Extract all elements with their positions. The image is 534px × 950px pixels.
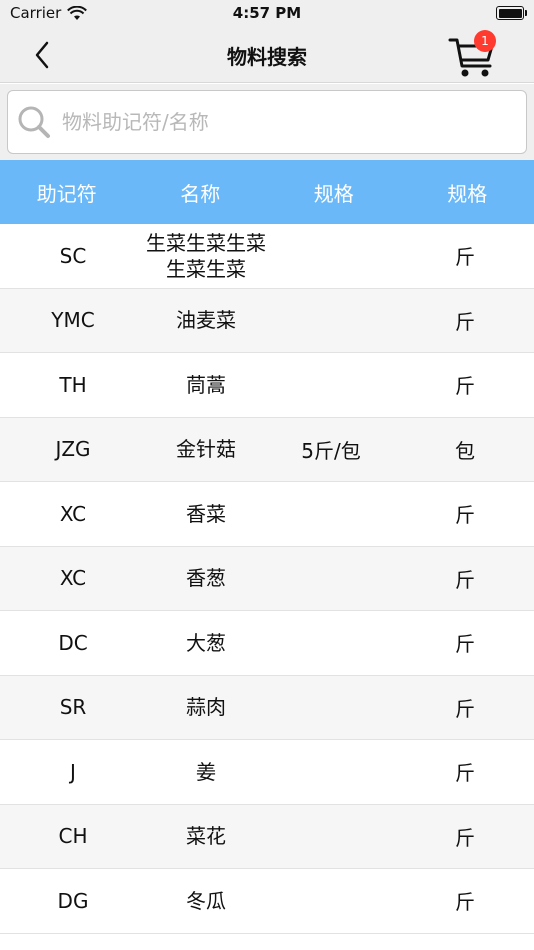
table-row[interactable]: XC 香菜 斤 — [0, 482, 534, 547]
cell-unit: 斤 — [455, 309, 475, 334]
cell-code: SR — [59, 695, 87, 720]
cell-name: 油麦菜 — [176, 308, 236, 333]
table-row[interactable]: YMC 油麦菜 斤 — [0, 288, 534, 353]
cell-unit: 斤 — [455, 567, 475, 592]
cell-unit: 斤 — [455, 245, 475, 270]
cell-unit: 包 — [455, 438, 475, 463]
cell-name: 蒜肉 — [186, 695, 226, 720]
cell-name: 香葱 — [186, 566, 226, 591]
cell-code: TH — [59, 372, 87, 397]
cart-badge: 1 — [474, 30, 496, 52]
cell-unit: 斤 — [455, 761, 475, 786]
cell-unit: 斤 — [455, 696, 475, 721]
cell-unit: 斤 — [455, 890, 475, 915]
search-input[interactable] — [60, 109, 500, 135]
cell-name: 生菜生菜生菜生菜生菜 — [146, 230, 266, 281]
cell-code: XC — [59, 566, 87, 591]
table-row[interactable]: XC 香葱 斤 — [0, 546, 534, 611]
header-unit: 规格 — [447, 181, 488, 206]
cell-name: 香菜 — [186, 501, 226, 526]
cell-code: SC — [59, 243, 87, 268]
cell-name: 茼蒿 — [186, 372, 226, 397]
cell-spec: 5斤/包 — [301, 438, 361, 463]
cell-code: JZG — [55, 437, 91, 462]
table-body: SC 生菜生菜生菜生菜生菜 斤 YMC 油麦菜 斤 TH 茼蒿 斤 JZG 金针… — [0, 224, 534, 934]
cell-unit: 斤 — [455, 374, 475, 399]
cell-name: 大葱 — [186, 630, 226, 655]
search-icon — [18, 106, 50, 138]
table-row[interactable]: SR 蒜肉 斤 — [0, 675, 534, 740]
table-row[interactable]: SC 生菜生菜生菜生菜生菜 斤 — [0, 224, 534, 289]
cell-code: J — [70, 759, 76, 784]
battery-icon — [496, 6, 527, 20]
header-code: 助记符 — [36, 181, 97, 206]
cell-name: 姜 — [196, 759, 216, 784]
cell-unit: 斤 — [455, 632, 475, 657]
table-row[interactable]: J 姜 斤 — [0, 740, 534, 805]
cell-unit: 斤 — [455, 503, 475, 528]
search-bar — [0, 84, 534, 160]
cell-code: DG — [57, 888, 89, 913]
table-row[interactable]: TH 茼蒿 斤 — [0, 353, 534, 418]
search-box[interactable] — [7, 90, 527, 154]
header-spec: 规格 — [313, 181, 354, 206]
cart-button[interactable]: 1 — [448, 30, 498, 78]
cell-code: DC — [58, 630, 88, 655]
nav-bar: 物料搜索 1 — [0, 28, 534, 83]
cell-code: XC — [59, 501, 87, 526]
cell-name: 冬瓜 — [186, 888, 226, 913]
cell-code: YMC — [51, 308, 95, 333]
table-row[interactable]: DC 大葱 斤 — [0, 611, 534, 676]
table-row[interactable]: DG 冬瓜 斤 — [0, 869, 534, 934]
table-header: 助记符 名称 规格 规格 — [0, 160, 534, 224]
header-name: 名称 — [180, 181, 221, 206]
cell-code: CH — [58, 824, 88, 849]
status-time: 4:57 PM — [232, 4, 302, 22]
cell-name: 菜花 — [186, 824, 226, 849]
cell-name: 金针菇 — [176, 437, 236, 462]
status-bar: Carrier 4:57 PM — [0, 0, 534, 28]
cell-unit: 斤 — [455, 825, 475, 850]
table-row[interactable]: JZG 金针菇 5斤/包 包 — [0, 417, 534, 482]
table-row[interactable]: CH 菜花 斤 — [0, 804, 534, 869]
